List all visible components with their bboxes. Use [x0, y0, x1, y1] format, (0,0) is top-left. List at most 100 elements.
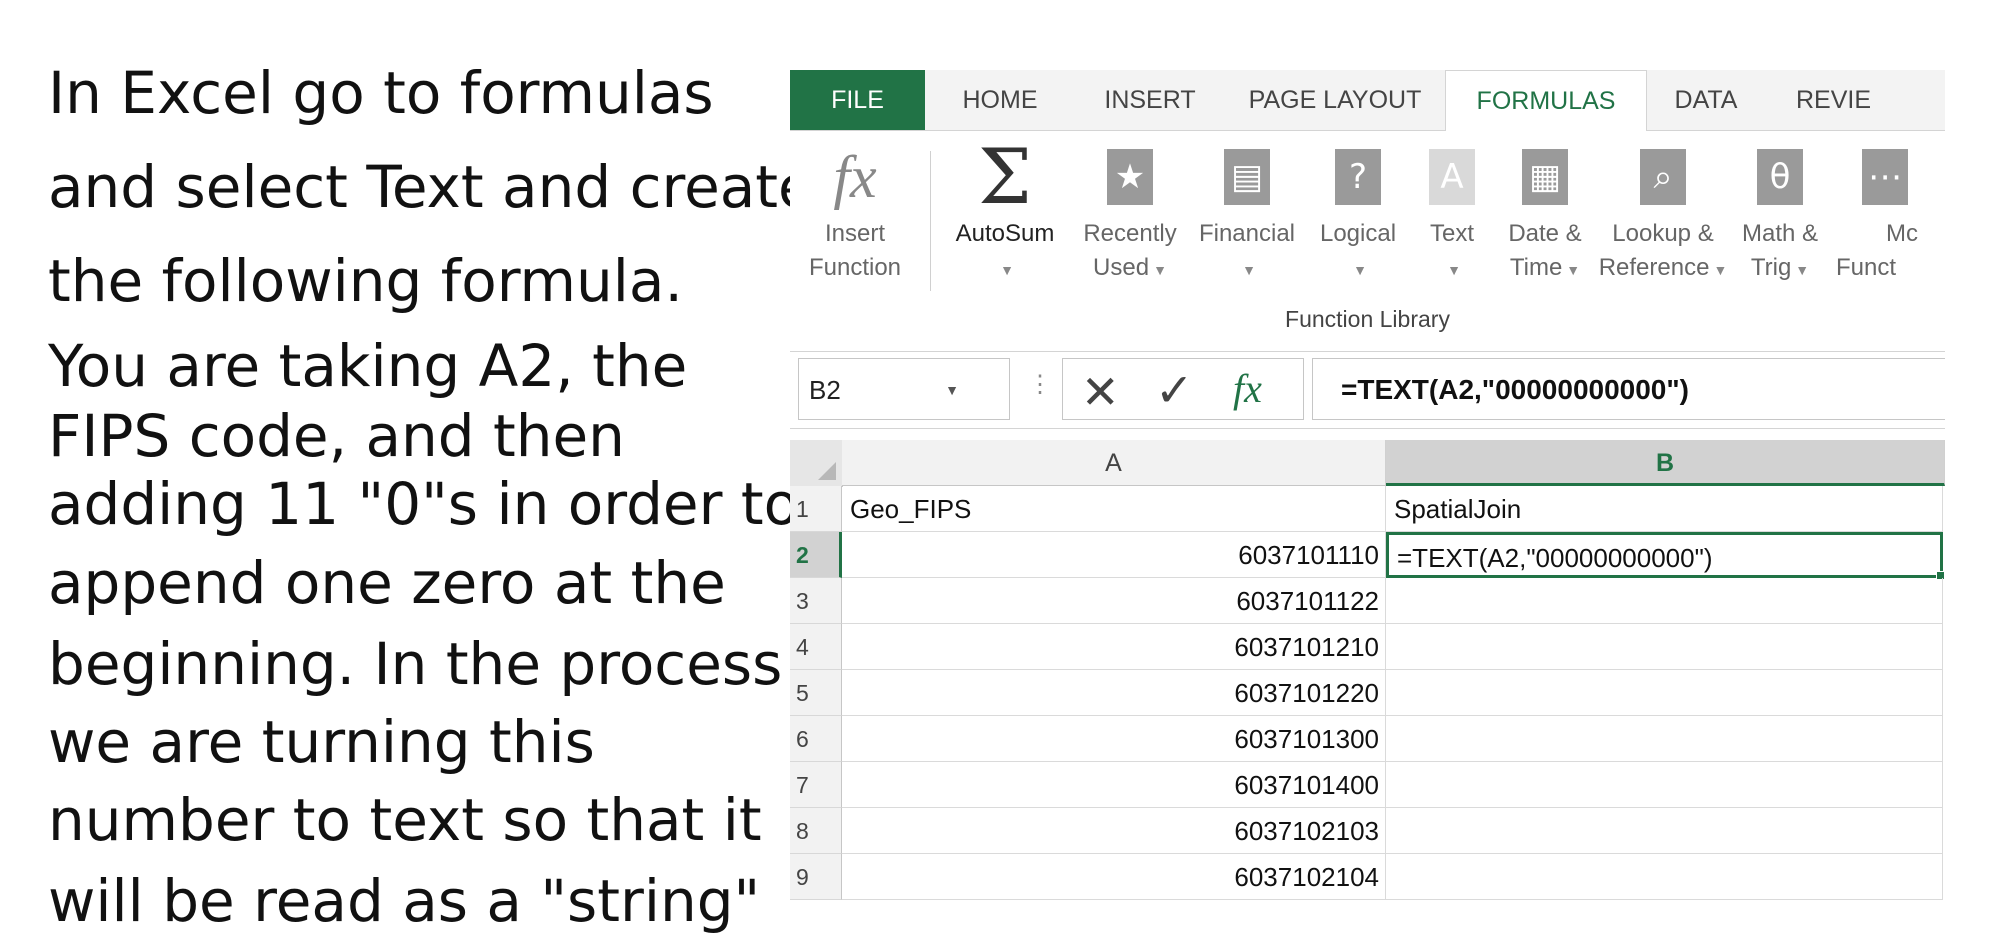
- cell-a8[interactable]: 6037102103: [842, 808, 1386, 854]
- insert-function-icon: fx: [833, 144, 877, 210]
- worksheet-grid: A B 1 Geo_FIPS SpatialJoin 2 6037101110 …: [790, 440, 1945, 942]
- tab-review[interactable]: REVIE: [1766, 70, 1945, 130]
- cell-b6[interactable]: [1386, 716, 1943, 762]
- cell-a9[interactable]: 6037102104: [842, 854, 1386, 900]
- formula-bar: B2 ▼ ⋮ ✕ ✓ fx =TEXT(A2,"00000000000"): [790, 352, 1945, 429]
- name-box[interactable]: B2 ▼: [798, 358, 1010, 420]
- math-trig-label-2: Trig: [1750, 254, 1792, 281]
- cell-b9[interactable]: [1386, 854, 1943, 900]
- instruction-line: You are taking A2, the: [48, 332, 688, 400]
- lookup-reference-button[interactable]: ⌕ Lookup & Reference ▼: [1598, 137, 1728, 287]
- row-header[interactable]: 6: [790, 716, 842, 762]
- table-row: 9 6037102104: [790, 854, 1945, 900]
- formula-buttons: ✕ ✓ fx: [1062, 358, 1304, 420]
- date-time-button[interactable]: ▦ Date & Time ▼: [1495, 137, 1595, 287]
- text-button[interactable]: A Text ▼: [1412, 137, 1492, 287]
- table-row: 5 6037101220: [790, 670, 1945, 716]
- cell-a1[interactable]: Geo_FIPS: [842, 486, 1386, 532]
- lookup-reference-label: Lookup &: [1612, 220, 1714, 247]
- row-header[interactable]: 5: [790, 670, 842, 716]
- insert-function-button[interactable]: fx Insert Function: [790, 137, 920, 285]
- cell-b7[interactable]: [1386, 762, 1943, 808]
- math-trig-icon: θ: [1730, 137, 1830, 217]
- more-functions-button[interactable]: ⋯ Mc Funct: [1836, 137, 1945, 285]
- math-trig-button[interactable]: θ Math & Trig ▼: [1730, 137, 1830, 287]
- more-functions-icon: ⋯: [1836, 137, 1945, 217]
- table-row: 6 6037101300: [790, 716, 1945, 762]
- table-row: 4 6037101210: [790, 624, 1945, 670]
- date-time-label: Date &: [1508, 220, 1582, 247]
- cell-a3[interactable]: 6037101122: [842, 578, 1386, 624]
- logical-label: Logical: [1319, 220, 1397, 247]
- date-time-label-2: Time: [1509, 254, 1563, 281]
- chevron-down-icon[interactable]: ▼: [945, 359, 959, 421]
- cell-b2-active[interactable]: =TEXT(A2,"00000000000"): [1386, 532, 1945, 580]
- tab-home[interactable]: HOME: [925, 70, 1075, 130]
- chevron-down-icon: ▼: [1000, 262, 1014, 278]
- financial-button[interactable]: ▤ Financial ▼: [1188, 137, 1306, 287]
- recently-used-button[interactable]: ★ Recently Used ▼: [1075, 137, 1185, 287]
- more-functions-label-2: Funct: [1836, 254, 1897, 281]
- row-header[interactable]: 1: [790, 486, 842, 532]
- tab-file[interactable]: FILE: [790, 70, 925, 130]
- autosum-button[interactable]: Σ AutoSum ▼: [940, 137, 1070, 287]
- column-header-a[interactable]: A: [842, 440, 1386, 486]
- insert-function-label: Insert: [824, 220, 886, 247]
- instruction-line: adding 11 "0"s in order to: [48, 470, 800, 538]
- tab-data[interactable]: DATA: [1646, 70, 1766, 130]
- cell-b4[interactable]: [1386, 624, 1943, 670]
- cell-a5[interactable]: 6037101220: [842, 670, 1386, 716]
- row-header[interactable]: 7: [790, 762, 842, 808]
- cell-b1[interactable]: SpatialJoin: [1386, 486, 1943, 532]
- tab-insert[interactable]: INSERT: [1075, 70, 1225, 130]
- cell-a6[interactable]: 6037101300: [842, 716, 1386, 762]
- formula-input[interactable]: =TEXT(A2,"00000000000"): [1312, 358, 1945, 420]
- more-options-icon: ⋮: [1028, 371, 1052, 398]
- cell-b5[interactable]: [1386, 670, 1943, 716]
- select-all-corner[interactable]: [790, 440, 843, 487]
- column-header-b[interactable]: B: [1386, 440, 1945, 486]
- date-time-icon: ▦: [1495, 137, 1595, 217]
- table-row: 1 Geo_FIPS SpatialJoin: [790, 486, 1945, 532]
- instruction-line: will be read as a "string": [48, 867, 761, 935]
- instruction-line: FIPS code, and then: [48, 402, 625, 470]
- cell-b8[interactable]: [1386, 808, 1943, 854]
- row-header[interactable]: 8: [790, 808, 842, 854]
- cell-b3[interactable]: [1386, 578, 1943, 624]
- autosum-label: AutoSum: [955, 220, 1055, 247]
- insert-function-fx-icon[interactable]: fx: [1233, 365, 1262, 412]
- financial-label: Financial: [1198, 220, 1296, 247]
- instruction-line: append one zero at the: [48, 549, 726, 617]
- math-trig-label: Math &: [1741, 220, 1819, 247]
- ribbon-function-library: fx Insert Function Σ AutoSum ▼ ★ Recentl…: [790, 131, 1945, 352]
- excel-window: FILE HOME INSERT PAGE LAYOUT FORMULAS DA…: [790, 70, 1945, 942]
- table-row: 2 6037101110 =TEXT(A2,"00000000000"): [790, 532, 1945, 580]
- chevron-down-icon: ▼: [1795, 262, 1810, 278]
- chevron-down-icon: ▼: [1153, 262, 1167, 278]
- chevron-down-icon: ▼: [1713, 262, 1728, 278]
- cancel-icon[interactable]: ✕: [1081, 365, 1120, 419]
- enter-check-icon[interactable]: ✓: [1155, 363, 1194, 417]
- row-header[interactable]: 2: [790, 532, 842, 578]
- cell-a7[interactable]: 6037101400: [842, 762, 1386, 808]
- cell-a2[interactable]: 6037101110: [842, 532, 1386, 578]
- insert-function-label-2: Function: [808, 254, 902, 281]
- logical-button[interactable]: ? Logical ▼: [1308, 137, 1408, 287]
- instruction-line: and select Text and create: [48, 153, 814, 221]
- row-header[interactable]: 9: [790, 854, 842, 900]
- text-icon: A: [1412, 137, 1492, 217]
- instruction-line: beginning. In the process: [48, 630, 783, 698]
- tab-page-layout[interactable]: PAGE LAYOUT: [1225, 70, 1445, 130]
- chevron-down-icon: ▼: [1353, 262, 1367, 278]
- instruction-line: we are turning this: [48, 708, 595, 776]
- row-header[interactable]: 3: [790, 578, 842, 624]
- chevron-down-icon: ▼: [1242, 262, 1256, 278]
- cell-a4[interactable]: 6037101210: [842, 624, 1386, 670]
- row-header[interactable]: 4: [790, 624, 842, 670]
- tab-formulas[interactable]: FORMULAS: [1445, 70, 1647, 132]
- chevron-down-icon: ▼: [1566, 262, 1581, 278]
- name-box-value: B2: [809, 375, 841, 405]
- financial-icon: ▤: [1188, 137, 1306, 217]
- table-row: 7 6037101400: [790, 762, 1945, 808]
- logical-icon: ?: [1308, 137, 1408, 217]
